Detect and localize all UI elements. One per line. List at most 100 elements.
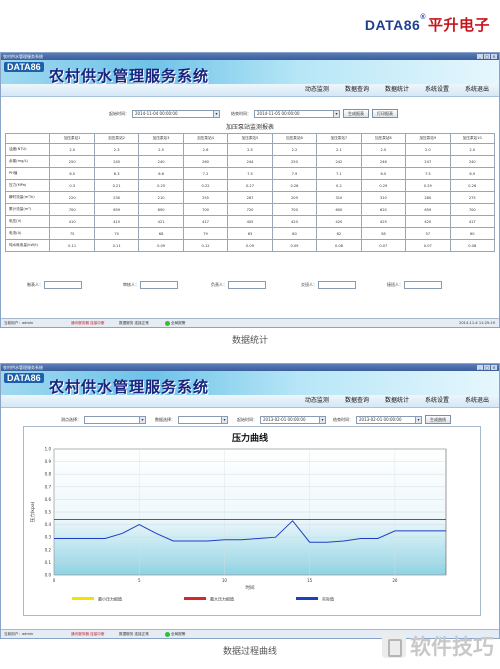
table-cell: 0.3 [49,179,95,192]
column-header: 加压泵站2 [93,133,140,144]
status-db: 数据服务 连接正常 [119,632,149,636]
generate-curve-button[interactable]: 生成曲线 [425,415,451,424]
table-cell: 6.0 [360,167,407,180]
table-row: 瞬时流量(m³/h) 220 230 210 255 287 209 310 310 280 275 [4,191,496,204]
maximize-icon[interactable]: □ [484,54,490,59]
table-cell: 0.07 [360,239,407,252]
table-row: 压力(MPa) 0.3 0.21 0.25 0.22 0.27 0.26 0.2 0.29 0.2… [4,179,496,192]
signature-label: 接班人： [387,282,403,287]
status-alarm: 通讯服务器 连接中断 [71,321,105,325]
table-cell: 2.0 [405,143,451,156]
brand-logo: DATA86® 平升电子 [365,14,490,35]
site-select[interactable]: ▾ [84,415,146,424]
table-cell: 250 [49,155,95,168]
table-cell: 420 [405,215,451,228]
menu-query[interactable]: 数据查询 [345,84,369,96]
table-cell: 659 [405,203,451,216]
menu-statistics[interactable]: 数据统计 [385,395,409,407]
chevron-down-icon[interactable]: ▾ [221,416,227,423]
table-cell: 57 [405,227,451,240]
table-cell: 75 [49,227,95,240]
y-tick-label: 0.3 [45,535,52,540]
table-cell: 0.08 [316,239,362,252]
start-time-field[interactable]: 2014-11-04 00:00:00 ▾ [132,109,220,118]
table-cell: 6.6 [138,167,184,180]
minimize-icon[interactable]: _ [477,54,483,59]
signature-label: 负责人： [211,282,227,287]
menu-monitor[interactable]: 动态监测 [305,84,329,96]
brand-cn: 平升电子 [427,17,490,34]
column-header: 加压泵站4 [182,133,229,144]
signature-field[interactable] [404,281,442,289]
close-icon[interactable]: × [491,365,497,370]
menu-monitor[interactable]: 动态监测 [305,395,329,407]
start-time-value: 2014-11-04 00:00:00 [135,110,178,116]
column-header: 加压泵站10 [449,133,496,144]
legend-swatch [296,597,318,600]
menu-statistics[interactable]: 数据统计 [385,84,409,96]
end-time-field[interactable]: 2013-02-01 00:00:00 ▾ [356,415,422,424]
chevron-down-icon[interactable]: ▾ [415,416,421,423]
print-report-button[interactable]: 打印报表 [372,109,398,118]
maximize-icon[interactable]: □ [484,365,490,370]
chevron-down-icon[interactable]: ▾ [333,110,339,117]
table-cell: 2.6 [182,143,229,156]
y-tick-label: 1.0 [45,447,52,452]
minimize-icon[interactable]: _ [477,365,483,370]
chevron-down-icon[interactable]: ▾ [213,110,219,117]
start-time-field[interactable]: 2013-02-01 00:00:00 ▾ [260,415,326,424]
table-cell: 420 [271,215,318,228]
menu-exit[interactable]: 系统退出 [465,84,489,96]
table-cell: 240 [138,155,184,168]
report-table: 加压泵站1 加压泵站2 加压泵站3 加压泵站4 加压泵站5 加压泵站6 加压泵站7 加压泵站8… [4,133,496,252]
table-cell: 0.09 [227,239,273,252]
y-tick-label: 0.4 [45,522,52,527]
brand-reg: ® [420,14,426,21]
table-cell: 6.5 [49,167,95,180]
y-tick-label: 0.2 [45,547,52,552]
table-cell: 7.9 [271,167,318,180]
signature-field[interactable] [318,281,356,289]
menu-settings[interactable]: 系统设置 [425,395,449,407]
main-menu: 动态监测 数据查询 数据统计 系统设置 系统退出 [1,395,499,408]
generate-report-button[interactable]: 生成报表 [343,109,369,118]
menu-exit[interactable]: 系统退出 [465,395,489,407]
status-alarm: 通讯服务器 连接中断 [71,632,105,636]
x-tick-label: 20 [392,578,398,583]
table-cell: 405 [227,215,273,228]
table-cell: 0.12 [182,239,229,252]
table-cell: 0.07 [405,239,451,252]
signature-field[interactable] [140,281,178,289]
legend-swatch [72,597,94,600]
status-dot-icon [165,320,170,326]
end-time-value: 2013-02-01 00:00:00 [359,416,402,422]
x-tick-label: 0 [53,578,56,583]
window-titlebar: 农村供水管理服务系统 _ □ × [1,53,499,60]
table-cell: 70 [93,227,140,240]
table-cell: 620 [360,203,407,216]
chevron-down-icon[interactable]: ▾ [319,416,325,423]
table-cell: 0.25 [138,179,184,192]
data-select[interactable]: ▾ [178,415,228,424]
signature-field[interactable] [228,281,266,289]
y-tick-label: 0.9 [45,459,52,464]
pressure-chart: 0.0 0.1 0.2 0.3 0.4 0.5 0.6 0.7 0.8 0.9 1.0 0 5 10 15 2… [29,432,447,602]
row-label: 电压(V) [4,215,51,228]
data-select-label: 数据选择： [155,416,175,422]
report-window: 农村供水管理服务系统 _ □ × DATA86 农村供水管理服务系统 动态监测 … [0,52,500,328]
menu-query[interactable]: 数据查询 [345,395,369,407]
end-time-field[interactable]: 2014-11-05 00:00:00 ▾ [254,109,340,118]
table-cell: 417 [182,215,229,228]
table-cell: 220 [49,191,95,204]
chevron-down-icon[interactable]: ▾ [139,416,145,423]
table-cell: 0.26 [449,179,496,192]
close-icon[interactable]: × [491,54,497,59]
signature-field[interactable] [44,281,82,289]
status-user: 当前用户：admin [4,632,34,636]
table-cell: 0.21 [93,179,140,192]
table-cell: 700 [49,203,95,216]
menu-settings[interactable]: 系统设置 [425,84,449,96]
row-label: 吨水耗电量(kW/t) [4,239,51,252]
brand-en: DATA86 [364,17,421,33]
table-cell: 7.2 [182,167,229,180]
